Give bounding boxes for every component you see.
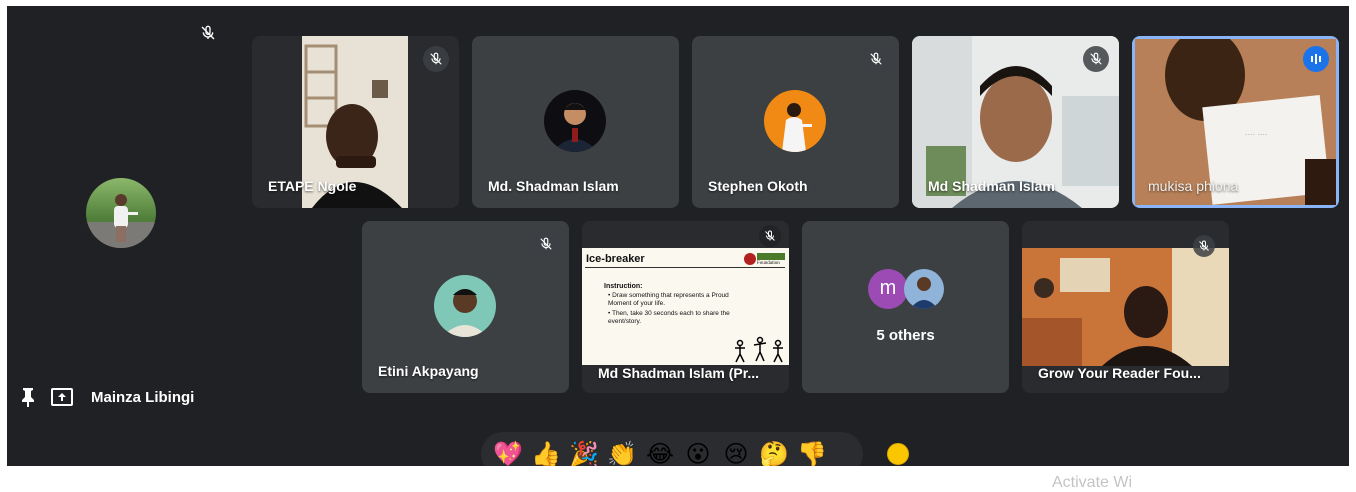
slide-logo: Foundation bbox=[743, 250, 787, 270]
slide-title: Ice-breaker bbox=[586, 253, 645, 265]
skin-tone-selector[interactable] bbox=[887, 443, 909, 465]
participant-name: Md Shadman Islam bbox=[928, 178, 1055, 194]
others-tile[interactable]: m 5 others bbox=[802, 221, 1009, 393]
participant-name: Md Shadman Islam (Pr... bbox=[598, 365, 760, 381]
self-name-label: Mainza Libingi bbox=[91, 389, 195, 406]
mic-off-icon bbox=[533, 231, 559, 257]
self-avatar bbox=[86, 178, 156, 248]
slide-heading: Instruction: bbox=[604, 283, 643, 290]
others-count-label: 5 others bbox=[876, 327, 935, 344]
slide-bullet-text: Draw something that represents a Proud M… bbox=[608, 292, 729, 307]
reactions-bar: 💖 👍 🎉 👏 😂 😮 😢 🤔 👎 bbox=[481, 432, 863, 466]
mic-off-icon bbox=[1193, 235, 1215, 257]
participant-tile-speaking[interactable]: .... .... mukisa phiona bbox=[1132, 36, 1339, 208]
participant-tile[interactable]: Etini Akpayang bbox=[362, 221, 569, 393]
participant-name: Stephen Okoth bbox=[708, 178, 808, 194]
slide-bullet: • Draw something that represents a Proud… bbox=[608, 292, 729, 307]
participant-video bbox=[1022, 248, 1229, 366]
slide-bullet: • Then, take 30 seconds each to share th… bbox=[608, 310, 730, 325]
party-popper-reaction[interactable]: 🎉 bbox=[565, 435, 603, 466]
crying-face-reaction[interactable]: 😢 bbox=[717, 435, 755, 466]
mic-off-icon bbox=[759, 225, 781, 247]
participant-name: Grow Your Reader Fou... bbox=[1038, 365, 1201, 381]
others-avatar-photo bbox=[904, 269, 944, 309]
participant-avatar bbox=[544, 90, 606, 152]
present-screen-icon[interactable] bbox=[51, 388, 73, 406]
participant-name: Etini Akpayang bbox=[378, 363, 479, 379]
surprised-face-reaction[interactable]: 😮 bbox=[679, 435, 717, 466]
thumbs-down-reaction[interactable]: 👎 bbox=[793, 435, 831, 466]
participant-avatar bbox=[764, 90, 826, 152]
participant-name: mukisa phiona bbox=[1148, 178, 1239, 194]
clapping-hands-reaction[interactable]: 👏 bbox=[603, 435, 641, 466]
participant-avatar bbox=[434, 275, 496, 337]
participant-tile[interactable]: Grow Your Reader Fou... bbox=[1022, 221, 1229, 393]
participant-name: Md. Shadman Islam bbox=[488, 178, 619, 194]
others-avatar-letter: m bbox=[868, 269, 908, 309]
presentation-tile[interactable]: Ice-breaker Foundation Instruction: • Dr… bbox=[582, 221, 789, 393]
participant-name: ETAPE Ngole bbox=[268, 178, 357, 194]
mic-off-icon bbox=[423, 46, 449, 72]
slide-logo-text: Foundation bbox=[757, 261, 780, 266]
activate-windows-watermark: Activate Wi bbox=[1052, 474, 1133, 491]
mic-off-icon bbox=[863, 46, 889, 72]
participant-tile[interactable]: Md. Shadman Islam bbox=[472, 36, 679, 208]
slide-bullet-text: Then, take 30 seconds each to share the … bbox=[608, 310, 730, 325]
svg-text:.... ....: .... .... bbox=[1245, 127, 1268, 137]
participant-tile[interactable]: ETAPE Ngole bbox=[252, 36, 459, 208]
mic-off-icon bbox=[1083, 46, 1109, 72]
presentation-slide: Ice-breaker Foundation Instruction: • Dr… bbox=[582, 248, 789, 365]
self-mic-off-icon bbox=[197, 22, 219, 44]
tears-of-joy-reaction[interactable]: 😂 bbox=[641, 435, 679, 466]
speaking-indicator-icon bbox=[1303, 46, 1329, 72]
meeting-stage: Mainza Libingi ETAPE Ngole Md. Shadman I… bbox=[7, 6, 1349, 466]
participant-tile[interactable]: Stephen Okoth bbox=[692, 36, 899, 208]
slide-illustration bbox=[732, 334, 787, 364]
thinking-face-reaction[interactable]: 🤔 bbox=[755, 435, 793, 466]
sparkling-heart-reaction[interactable]: 💖 bbox=[489, 435, 527, 466]
participant-tile[interactable]: Md Shadman Islam bbox=[912, 36, 1119, 208]
thumbs-up-reaction[interactable]: 👍 bbox=[527, 435, 565, 466]
pin-icon[interactable] bbox=[19, 387, 37, 407]
